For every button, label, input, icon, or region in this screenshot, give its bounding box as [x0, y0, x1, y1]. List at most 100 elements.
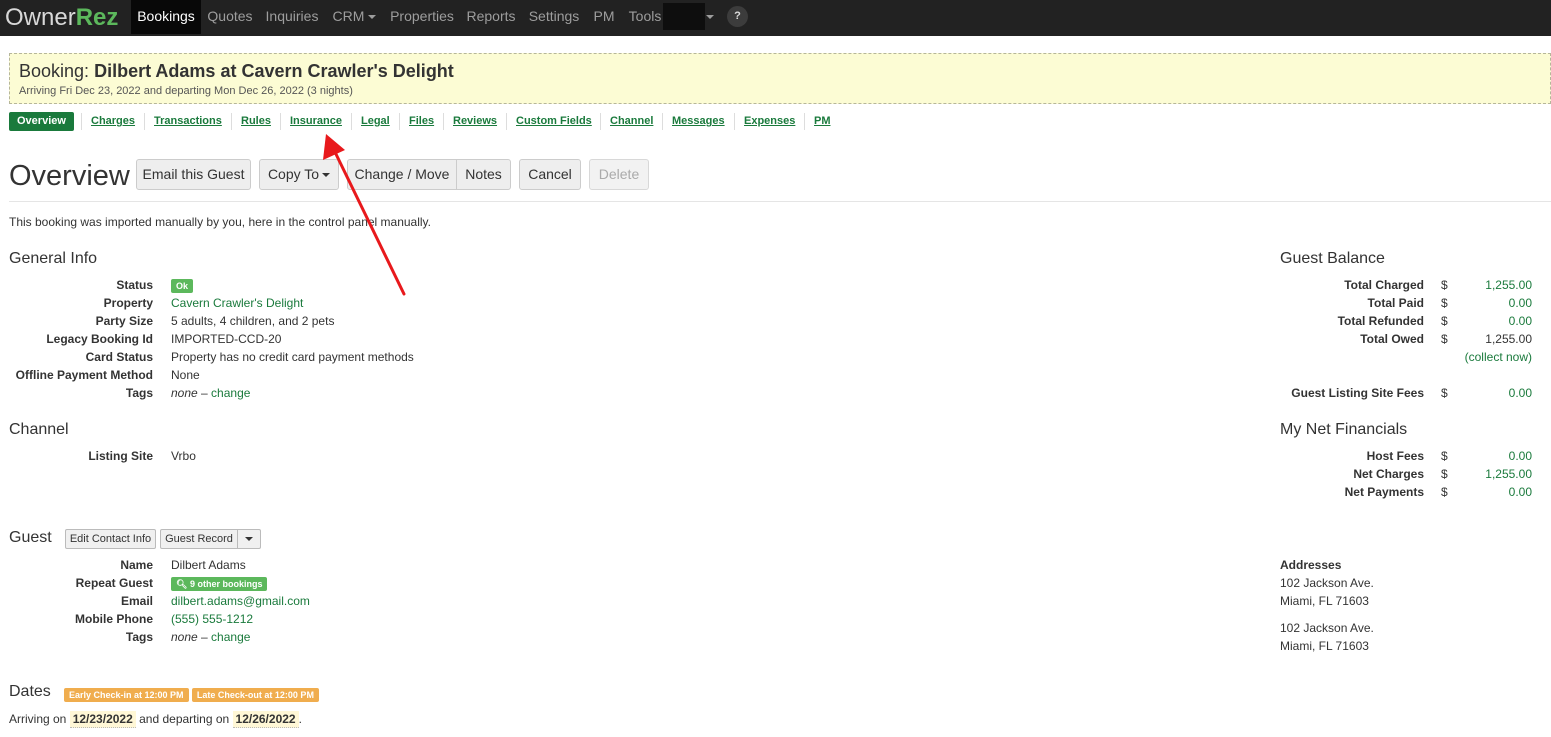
- other-bookings-badge[interactable]: 🔍︎ 9 other bookings: [171, 576, 268, 591]
- channel-heading: Channel: [9, 421, 69, 438]
- net-financials-heading: My Net Financials: [1280, 421, 1408, 438]
- cancel-booking-button[interactable]: Cancel: [519, 159, 581, 190]
- help-icon[interactable]: ?: [727, 6, 748, 27]
- import-note: This booking was imported manually by yo…: [9, 215, 432, 229]
- address-2-line-1: 102 Jackson Ave.: [1280, 621, 1374, 635]
- copy-to-label: Copy To: [267, 166, 320, 182]
- guest-tags-none: none: [171, 630, 198, 644]
- tab-separator: [81, 113, 82, 130]
- tab-transactions[interactable]: Transactions: [154, 112, 222, 131]
- guest-balance-heading: Guest Balance: [1280, 250, 1385, 267]
- general-info-heading: General Info: [9, 250, 98, 267]
- party-size-value: 5 adults, 4 children, and 2 pets: [171, 314, 335, 328]
- guest-heading: Guest: [9, 529, 52, 546]
- tab-charges[interactable]: Charges: [91, 112, 135, 131]
- guest-email-label: Email: [120, 594, 153, 608]
- tab-pm[interactable]: PM: [814, 112, 831, 131]
- total-charged-value[interactable]: 1,255.00: [1460, 278, 1532, 292]
- account-dropdown-toggle[interactable]: [700, 0, 716, 34]
- arrow-head: [323, 134, 345, 160]
- total-owed-value: 1,255.00: [1485, 332, 1532, 346]
- top-navbar: OwnerRez Bookings Quotes Inquiries CRM P…: [0, 0, 1551, 36]
- guest-email-link[interactable]: dilbert.adams@gmail.com: [171, 594, 310, 608]
- page-title: Overview: [9, 160, 130, 192]
- edit-contact-info-button[interactable]: Edit Contact Info: [65, 529, 156, 549]
- currency-symbol: $: [1441, 485, 1448, 499]
- currency-symbol: $: [1441, 314, 1448, 328]
- chevron-down-icon: [368, 15, 377, 20]
- tab-files[interactable]: Files: [409, 112, 434, 131]
- legacy-booking-id-label: Legacy Booking Id: [46, 332, 153, 346]
- other-bookings-text: 9 other bookings: [189, 578, 263, 589]
- arriving-text: Arriving on: [9, 712, 67, 726]
- guest-tags-change-link[interactable]: change: [211, 630, 250, 644]
- nav-pm[interactable]: PM: [586, 0, 622, 34]
- general-tags-label: Tags: [125, 386, 153, 400]
- delete-booking-button[interactable]: Delete: [589, 159, 649, 190]
- guest-phone-link[interactable]: (555) 555-1212: [171, 612, 253, 626]
- departing-text: and departing on: [139, 712, 230, 726]
- tab-legal[interactable]: Legal: [361, 112, 390, 131]
- arrive-date[interactable]: 12/23/2022: [69, 711, 136, 728]
- currency-symbol: $: [1441, 467, 1448, 481]
- nav-crm-label: CRM: [332, 8, 365, 24]
- tab-insurance[interactable]: Insurance: [290, 112, 342, 131]
- net-payments-value[interactable]: 0.00: [1460, 485, 1532, 499]
- nav-crm[interactable]: CRM: [325, 0, 384, 34]
- dates-line: Arriving on 12/23/2022 and departing on …: [9, 711, 302, 728]
- general-tags-separator: –: [197, 386, 212, 400]
- ownerrez-logo[interactable]: OwnerRez: [5, 4, 118, 32]
- tab-rules[interactable]: Rules: [241, 112, 271, 131]
- net-payments-label: Net Payments: [1344, 485, 1424, 499]
- nav-tools[interactable]: Tools: [622, 0, 668, 34]
- total-refunded-value[interactable]: 0.00: [1460, 314, 1532, 328]
- tab-custom-fields[interactable]: Custom Fields: [516, 112, 592, 131]
- nav-reports[interactable]: Reports: [460, 0, 522, 34]
- offline-payment-value: None: [171, 368, 200, 382]
- tab-overview[interactable]: Overview: [9, 112, 74, 131]
- guest-phone-label: Mobile Phone: [75, 612, 153, 626]
- guest-name-value: Dilbert Adams: [171, 558, 246, 572]
- collect-now-link[interactable]: (collect now): [1432, 350, 1532, 364]
- card-status-label: Card Status: [85, 350, 153, 364]
- currency-symbol: $: [1441, 296, 1448, 310]
- addresses-heading: Addresses: [1280, 558, 1342, 572]
- general-tags-change-link[interactable]: change: [211, 386, 250, 400]
- tab-reviews[interactable]: Reviews: [453, 112, 497, 131]
- tab-channel[interactable]: Channel: [610, 112, 653, 131]
- email-guest-button[interactable]: Email this Guest: [136, 159, 251, 190]
- header-divider: [9, 201, 1551, 202]
- guest-phone-value: (555) 555-1212: [171, 612, 253, 626]
- change-move-button[interactable]: Change / Move: [347, 159, 457, 190]
- nav-quotes[interactable]: Quotes: [201, 0, 259, 34]
- tab-separator: [662, 113, 663, 130]
- listing-site-value: Vrbo: [171, 449, 196, 463]
- status-badge: Ok: [171, 278, 194, 293]
- tab-separator: [399, 113, 400, 130]
- host-fees-value[interactable]: 0.00: [1460, 449, 1532, 463]
- nav-bookings[interactable]: Bookings: [131, 0, 201, 34]
- status-value: Ok: [171, 278, 194, 293]
- nav-settings[interactable]: Settings: [522, 0, 586, 34]
- guest-listing-fees-value[interactable]: 0.00: [1460, 386, 1532, 400]
- copy-to-button[interactable]: Copy To: [259, 159, 339, 190]
- notes-button[interactable]: Notes: [456, 159, 511, 190]
- nav-inquiries[interactable]: Inquiries: [259, 0, 325, 34]
- total-refunded-label: Total Refunded: [1337, 314, 1424, 328]
- tab-expenses[interactable]: Expenses: [744, 112, 795, 131]
- booking-title-prefix: Booking:: [19, 61, 90, 81]
- chevron-down-icon: [706, 15, 714, 20]
- guest-tags-label: Tags: [125, 630, 153, 644]
- total-charged-label: Total Charged: [1344, 278, 1424, 292]
- tab-separator: [280, 113, 281, 130]
- net-charges-value[interactable]: 1,255.00: [1460, 467, 1532, 481]
- booking-title-name: Dilbert Adams at Cavern Crawler's Deligh…: [94, 61, 454, 81]
- guest-record-dropdown[interactable]: [237, 529, 261, 549]
- nav-properties[interactable]: Properties: [384, 0, 460, 34]
- property-value: Cavern Crawler's Delight: [171, 296, 303, 310]
- tab-messages[interactable]: Messages: [672, 112, 725, 131]
- total-paid-value[interactable]: 0.00: [1460, 296, 1532, 310]
- guest-record-button[interactable]: Guest Record: [160, 529, 238, 549]
- property-link[interactable]: Cavern Crawler's Delight: [171, 296, 303, 310]
- depart-date[interactable]: 12/26/2022: [232, 711, 299, 728]
